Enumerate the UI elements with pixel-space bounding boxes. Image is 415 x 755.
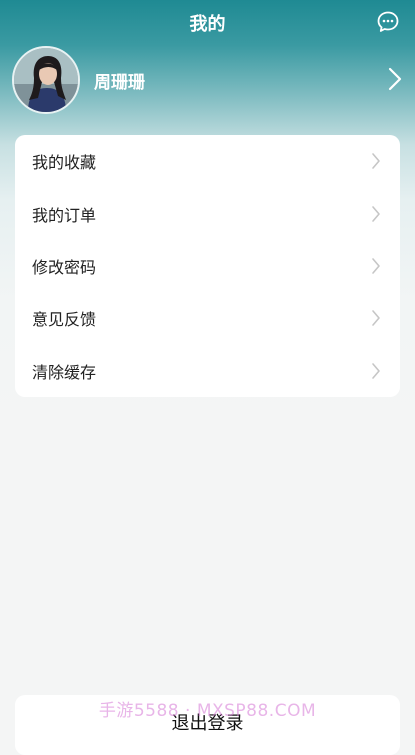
chevron-right-icon	[371, 152, 381, 170]
chevron-right-icon	[371, 362, 381, 380]
menu-item-change-password[interactable]: 修改密码	[15, 240, 400, 292]
chat-bubble-icon[interactable]	[376, 10, 400, 34]
chevron-right-icon[interactable]	[388, 67, 402, 91]
menu-card: 我的收藏 我的订单 修改密码 意见反馈 清除缓存	[15, 135, 400, 397]
menu-item-label: 修改密码	[32, 257, 97, 277]
menu-item-label: 意见反馈	[32, 310, 97, 330]
profile-row[interactable]: 周珊珊	[12, 46, 404, 114]
menu-item-label: 我的收藏	[32, 153, 97, 173]
menu-item-feedback[interactable]: 意见反馈	[15, 292, 400, 344]
menu-item-label: 清除缓存	[32, 362, 97, 382]
chevron-right-icon	[371, 257, 381, 275]
chevron-right-icon	[371, 309, 381, 327]
menu-item-clear-cache[interactable]: 清除缓存	[15, 345, 400, 397]
menu-item-label: 我的订单	[32, 205, 97, 225]
menu-item-orders[interactable]: 我的订单	[15, 187, 400, 239]
menu-item-favorites[interactable]: 我的收藏	[15, 135, 400, 187]
logout-label: 退出登录	[171, 713, 244, 734]
page-title: 我的	[189, 14, 226, 35]
logout-button[interactable]: 退出登录	[15, 695, 400, 755]
avatar[interactable]	[12, 46, 80, 114]
chevron-right-icon	[371, 205, 381, 223]
username: 周珊珊	[94, 73, 145, 93]
